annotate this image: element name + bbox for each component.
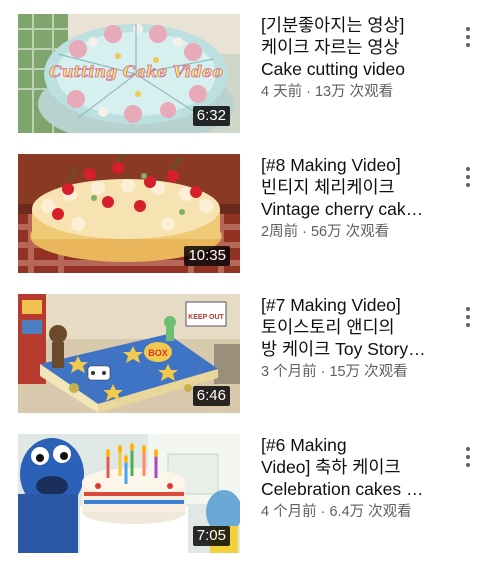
duration-badge: 6:46 xyxy=(192,386,230,406)
video-thumbnail[interactable]: Cutting Cake Video 6:32 xyxy=(18,14,240,133)
video-stats: 4 天前 · 13万 次观看 xyxy=(261,83,451,101)
video-title-line: Cake cutting video xyxy=(261,59,405,79)
upload-age: 4 个月前 xyxy=(261,504,317,520)
stats-separator: · xyxy=(316,504,330,520)
video-stats: 3 个月前 · 15万 次观看 xyxy=(261,363,451,381)
duration-badge: 7:05 xyxy=(192,526,230,546)
video-thumbnail[interactable]: 10:35 xyxy=(18,154,240,273)
upload-age: 2周前 xyxy=(261,224,299,240)
view-count: 6.4万 次观看 xyxy=(329,504,412,520)
video-item[interactable]: 10:35 [#8 Making Video] 빈티지 체리케이크 Vintag… xyxy=(0,154,487,274)
video-title[interactable]: [기분좋아지는 영상] 케이크 자르는 영상 Cake cutting vide… xyxy=(261,14,451,80)
more-vert-icon[interactable] xyxy=(458,304,478,330)
video-stats: 2周前 · 56万 次观看 xyxy=(261,223,451,241)
video-title-line: [#7 Making Video] xyxy=(261,295,401,315)
video-meta: [#6 Making Video] 축하 케이크 Celebration cak… xyxy=(261,434,451,521)
view-count: 56万 次观看 xyxy=(310,224,390,240)
video-item[interactable]: 7:05 [#6 Making Video] 축하 케이크 Celebratio… xyxy=(0,434,487,554)
svg-text:BOX: BOX xyxy=(148,348,168,358)
video-stats: 4 个月前 · 6.4万 次观看 xyxy=(261,503,451,521)
video-title[interactable]: [#6 Making Video] 축하 케이크 Celebration cak… xyxy=(261,434,451,500)
video-title-line: [기분좋아지는 영상] xyxy=(261,15,405,35)
duration-badge: 6:32 xyxy=(192,106,230,126)
video-item[interactable]: Cutting Cake Video 6:32 [기분좋아지는 영상] 케이크 … xyxy=(0,14,487,134)
video-title-line: Celebration cakes … xyxy=(261,479,424,499)
stats-separator: · xyxy=(316,364,330,380)
video-title-line: 방 케이크 Toy Story… xyxy=(261,339,426,359)
video-title-line: Vintage cherry cak… xyxy=(261,199,424,219)
video-title-line: [#8 Making Video] xyxy=(261,155,401,175)
duration-badge: 10:35 xyxy=(184,246,230,266)
video-title-line: 토이스토리 앤디의 xyxy=(261,317,395,337)
video-title-line: [#6 Making xyxy=(261,435,347,455)
video-item[interactable]: KEEP OUT BOX 6:46 [#7 Making Video] 토이스토… xyxy=(0,294,487,414)
view-count: 13万 次观看 xyxy=(314,84,394,100)
video-thumbnail[interactable]: KEEP OUT BOX 6:46 xyxy=(18,294,240,413)
video-title-line: Video] 축하 케이크 xyxy=(261,457,401,477)
thumbnail-caption: Cutting Cake Video xyxy=(49,62,223,81)
video-title-line: 빈티지 체리케이크 xyxy=(261,177,395,197)
video-meta: [#8 Making Video] 빈티지 체리케이크 Vintage cher… xyxy=(261,154,451,241)
more-vert-icon[interactable] xyxy=(458,164,478,190)
video-title[interactable]: [#8 Making Video] 빈티지 체리케이크 Vintage cher… xyxy=(261,154,451,220)
view-count: 15万 次观看 xyxy=(329,364,408,380)
stats-separator: · xyxy=(298,224,311,240)
video-title-line: 케이크 자르는 영상 xyxy=(261,37,400,57)
video-title[interactable]: [#7 Making Video] 토이스토리 앤디의 방 케이크 Toy St… xyxy=(261,294,451,360)
video-thumbnail[interactable]: 7:05 xyxy=(18,434,240,553)
upload-age: 4 天前 xyxy=(261,84,303,100)
video-meta: [#7 Making Video] 토이스토리 앤디의 방 케이크 Toy St… xyxy=(261,294,451,381)
stats-separator: · xyxy=(302,84,315,100)
video-list: Cutting Cake Video 6:32 [기분좋아지는 영상] 케이크 … xyxy=(0,0,487,563)
video-meta: [기분좋아지는 영상] 케이크 자르는 영상 Cake cutting vide… xyxy=(261,14,451,101)
more-vert-icon[interactable] xyxy=(458,444,478,470)
thumbnail-sign-text: KEEP OUT xyxy=(188,314,224,321)
upload-age: 3 个月前 xyxy=(261,364,317,380)
more-vert-icon[interactable] xyxy=(458,24,478,50)
